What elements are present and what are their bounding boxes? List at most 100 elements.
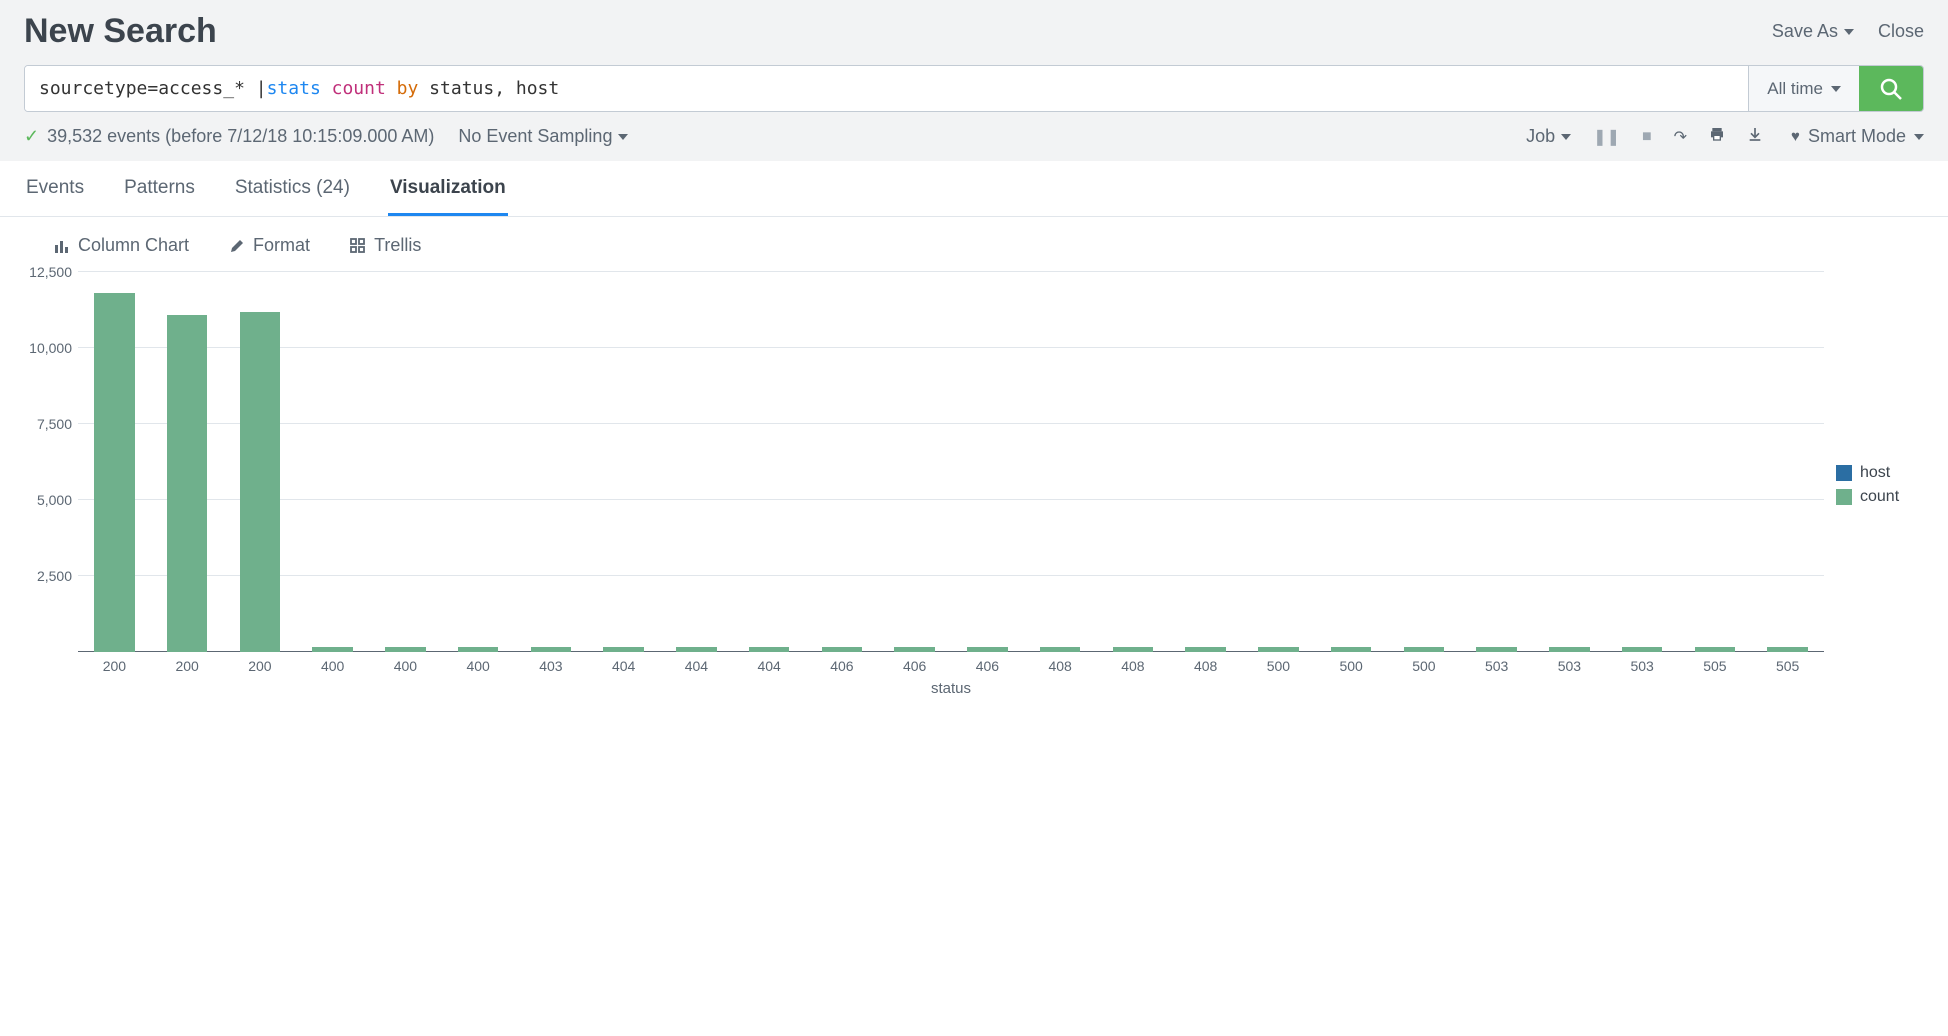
x-tick-label: 503 xyxy=(1630,658,1653,674)
bar-slot: 400 xyxy=(296,272,369,652)
event-sampling-dropdown[interactable]: No Event Sampling xyxy=(458,126,628,147)
trellis-button[interactable]: Trellis xyxy=(350,235,421,256)
bar[interactable] xyxy=(603,647,644,652)
bar[interactable] xyxy=(676,647,717,652)
bar[interactable] xyxy=(94,293,135,652)
bar-slot: 408 xyxy=(1169,272,1242,652)
bar-slot: 500 xyxy=(1242,272,1315,652)
bar-slot: 404 xyxy=(587,272,660,652)
close-button[interactable]: Close xyxy=(1878,21,1924,42)
bar[interactable] xyxy=(167,315,208,652)
viz-toolbar: Column Chart Format Trellis xyxy=(0,217,1948,266)
pause-icon[interactable]: ❚❚ xyxy=(1593,127,1620,147)
x-tick-label: 406 xyxy=(976,658,999,674)
swatch-count xyxy=(1836,489,1852,505)
share-icon[interactable]: ↷ xyxy=(1674,127,1687,147)
bar-slot: 400 xyxy=(442,272,515,652)
print-icon[interactable] xyxy=(1709,126,1725,147)
bar[interactable] xyxy=(1695,647,1736,652)
trellis-icon xyxy=(350,238,366,254)
x-tick-label: 406 xyxy=(830,658,853,674)
bar-slot: 408 xyxy=(1097,272,1170,652)
query-fields: status, host xyxy=(418,78,559,99)
x-tick-label: 400 xyxy=(321,658,344,674)
caret-down-icon xyxy=(1914,134,1924,140)
tab-visualization[interactable]: Visualization xyxy=(388,161,508,216)
bar[interactable] xyxy=(1185,647,1226,652)
y-tick-label: 5,000 xyxy=(16,492,72,508)
tab-events[interactable]: Events xyxy=(24,161,86,216)
x-tick-label: 503 xyxy=(1485,658,1508,674)
job-dropdown[interactable]: Job xyxy=(1526,126,1571,147)
bar[interactable] xyxy=(1622,647,1663,652)
download-icon[interactable] xyxy=(1747,126,1763,147)
bar[interactable] xyxy=(1476,647,1517,652)
bar[interactable] xyxy=(458,647,499,652)
bar[interactable] xyxy=(822,647,863,652)
legend-item-count[interactable]: count xyxy=(1836,488,1924,506)
bar-slot: 200 xyxy=(78,272,151,652)
job-label-text: Job xyxy=(1526,126,1555,147)
chart-type-label: Column Chart xyxy=(78,235,189,256)
bar[interactable] xyxy=(1404,647,1445,652)
x-tick-label: 500 xyxy=(1267,658,1290,674)
bar-slot: 503 xyxy=(1533,272,1606,652)
events-summary: ✓ 39,532 events (before 7/12/18 10:15:09… xyxy=(24,126,434,147)
bar[interactable] xyxy=(1113,647,1154,652)
query-prefix: sourcetype=access_* xyxy=(39,78,256,99)
x-tick-label: 408 xyxy=(1048,658,1071,674)
x-tick-label: 200 xyxy=(103,658,126,674)
x-tick-label: 503 xyxy=(1558,658,1581,674)
y-tick-label: 12,500 xyxy=(16,264,72,280)
bar-slot: 400 xyxy=(369,272,442,652)
x-tick-label: 200 xyxy=(175,658,198,674)
format-button[interactable]: Format xyxy=(229,235,310,256)
bar[interactable] xyxy=(967,647,1008,652)
chart-type-button[interactable]: Column Chart xyxy=(54,235,189,256)
legend-host-label: host xyxy=(1860,464,1890,482)
bar[interactable] xyxy=(1040,647,1081,652)
tab-patterns[interactable]: Patterns xyxy=(122,161,197,216)
x-tick-label: 408 xyxy=(1121,658,1144,674)
bar[interactable] xyxy=(749,647,790,652)
bar[interactable] xyxy=(531,647,572,652)
search-bar: sourcetype=access_* |stats count by stat… xyxy=(24,65,1924,112)
bar-slot: 406 xyxy=(951,272,1024,652)
bar-slot: 403 xyxy=(515,272,588,652)
trellis-label: Trellis xyxy=(374,235,421,256)
bar[interactable] xyxy=(1767,647,1808,652)
bar[interactable] xyxy=(894,647,935,652)
save-as-button[interactable]: Save As xyxy=(1772,21,1854,42)
legend-count-label: count xyxy=(1860,488,1899,506)
search-mode-dropdown[interactable]: ♥ Smart Mode xyxy=(1791,126,1924,147)
check-icon: ✓ xyxy=(24,126,39,147)
page-title: New Search xyxy=(24,12,217,51)
query-by: by xyxy=(397,78,419,99)
sampling-label: No Event Sampling xyxy=(458,126,612,147)
bar[interactable] xyxy=(1549,647,1590,652)
legend-item-host[interactable]: host xyxy=(1836,464,1924,482)
bar[interactable] xyxy=(385,647,426,652)
bar[interactable] xyxy=(1331,647,1372,652)
bar[interactable] xyxy=(312,647,353,652)
lightbulb-icon: ♥ xyxy=(1791,128,1800,145)
search-button[interactable] xyxy=(1859,66,1923,111)
x-axis-title: status xyxy=(78,680,1824,697)
x-tick-label: 404 xyxy=(685,658,708,674)
search-icon xyxy=(1879,77,1903,101)
pencil-icon xyxy=(229,238,245,254)
y-tick-label: 7,500 xyxy=(16,416,72,432)
caret-down-icon xyxy=(618,134,628,140)
bar-slot: 404 xyxy=(733,272,806,652)
swatch-host xyxy=(1836,465,1852,481)
time-range-picker[interactable]: All time xyxy=(1748,66,1859,111)
time-range-label: All time xyxy=(1767,79,1823,99)
query-cmd: stats xyxy=(267,78,321,99)
bar-slot: 408 xyxy=(1024,272,1097,652)
search-input[interactable]: sourcetype=access_* |stats count by stat… xyxy=(25,66,1748,111)
stop-icon[interactable]: ■ xyxy=(1642,128,1652,146)
x-tick-label: 400 xyxy=(394,658,417,674)
tab-statistics[interactable]: Statistics (24) xyxy=(233,161,352,216)
bar[interactable] xyxy=(240,312,281,652)
bar[interactable] xyxy=(1258,647,1299,652)
